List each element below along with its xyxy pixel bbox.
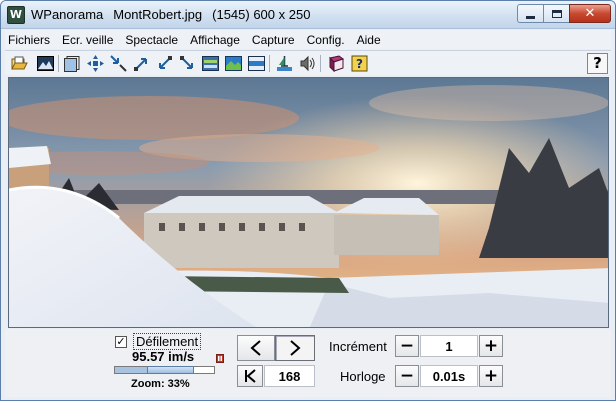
minus-icon: −: [399, 365, 415, 386]
file-name: MontRobert.jpg: [113, 7, 203, 22]
clock-plus-button[interactable]: +: [479, 365, 503, 387]
svg-text:?: ?: [356, 57, 363, 71]
close-button[interactable]: ✕: [569, 4, 611, 23]
minimize-button[interactable]: [517, 4, 543, 23]
expand-icon[interactable]: [132, 54, 151, 73]
minus-icon: −: [399, 335, 415, 356]
fit-width-icon[interactable]: [247, 54, 266, 73]
clock-label: Horloge: [340, 369, 386, 384]
zoom-in-icon[interactable]: [155, 54, 174, 73]
help-button[interactable]: ?: [587, 53, 608, 74]
panorama-image: [9, 78, 608, 327]
app-icon[interactable]: W: [7, 5, 25, 24]
menu-capture[interactable]: Capture: [247, 33, 300, 47]
app-window: W WPanorama MontRobert.jpg (1545) 600 x 25…: [0, 0, 616, 401]
chevron-right-icon: [290, 340, 301, 356]
increment-label: Incrément: [329, 339, 387, 354]
menu-aide[interactable]: Aide: [352, 33, 386, 47]
fit-icon[interactable]: [201, 54, 220, 73]
panorama-viewport[interactable]: [8, 77, 609, 328]
minimize-icon: [526, 15, 535, 19]
scroll-label[interactable]: Défilement: [133, 333, 202, 350]
app-name: WPanorama: [31, 7, 104, 22]
clock-minus-button[interactable]: −: [395, 365, 419, 387]
go-start-button[interactable]: [237, 365, 263, 387]
book-icon[interactable]: [327, 54, 346, 73]
help-book-icon[interactable]: ?: [350, 54, 369, 73]
zoom-out-icon[interactable]: [178, 54, 197, 73]
scroll-right-button[interactable]: [275, 335, 315, 361]
panorama-icon[interactable]: [224, 54, 243, 73]
image-info: (1545) 600 x 250: [212, 7, 311, 22]
water-icon[interactable]: [275, 54, 294, 73]
window-title: WPanorama MontRobert.jpg (1545) 600 x 250: [31, 7, 310, 22]
image-icon[interactable]: [36, 54, 55, 73]
open-icon[interactable]: [10, 54, 29, 73]
increment-plus-button[interactable]: +: [479, 335, 503, 357]
plus-icon: +: [483, 365, 499, 386]
window-controls: ✕: [517, 4, 611, 23]
increment-minus-button[interactable]: −: [395, 335, 419, 357]
scroll-checkbox[interactable]: ✓: [115, 335, 127, 348]
toolbar-separator: [58, 55, 59, 72]
zoom-slider-fill: [115, 367, 148, 373]
plus-icon: +: [483, 335, 499, 356]
zoom-slider[interactable]: [114, 366, 215, 374]
toolbar: ? ?: [5, 50, 611, 75]
zoom-slider-thumb[interactable]: [147, 366, 194, 374]
maximize-button[interactable]: [543, 4, 569, 23]
chevron-left-icon: [250, 340, 261, 356]
close-icon: ✕: [584, 6, 596, 21]
toolbar-separator: [320, 55, 321, 72]
center-icon[interactable]: [86, 54, 105, 73]
menu-fichiers[interactable]: Fichiers: [5, 33, 55, 47]
toolbar-separator: [269, 55, 270, 72]
position-field[interactable]: 168: [264, 365, 315, 387]
menu-bar: Fichiers Ecr. veille Spectacle Affichage…: [5, 30, 611, 49]
sound-icon[interactable]: [298, 54, 317, 73]
menu-config[interactable]: Config.: [302, 33, 350, 47]
shrink-icon[interactable]: [109, 54, 128, 73]
scroll-option[interactable]: ✓ Défilement: [115, 333, 202, 350]
scroll-left-button[interactable]: [237, 335, 275, 361]
slideshow-icon[interactable]: [63, 54, 82, 73]
control-panel: ✓ Défilement 95.57 im/s Zoom: 33% 168 In…: [5, 329, 611, 397]
maximize-icon: [551, 9, 562, 18]
zoom-label: Zoom: 33%: [131, 378, 190, 390]
skip-to-start-icon: [245, 369, 256, 383]
menu-affichage[interactable]: Affichage: [185, 33, 245, 47]
increment-field[interactable]: 1: [420, 335, 478, 357]
menu-spectacle[interactable]: Spectacle: [120, 33, 183, 47]
speed-indicator-icon: [216, 352, 224, 363]
menu-ecr-veille[interactable]: Ecr. veille: [57, 33, 118, 47]
title-bar[interactable]: W WPanorama MontRobert.jpg (1545) 600 x 25…: [1, 1, 615, 29]
speed-readout: 95.57 im/s: [132, 349, 195, 364]
clock-field[interactable]: 0.01s: [420, 365, 478, 387]
